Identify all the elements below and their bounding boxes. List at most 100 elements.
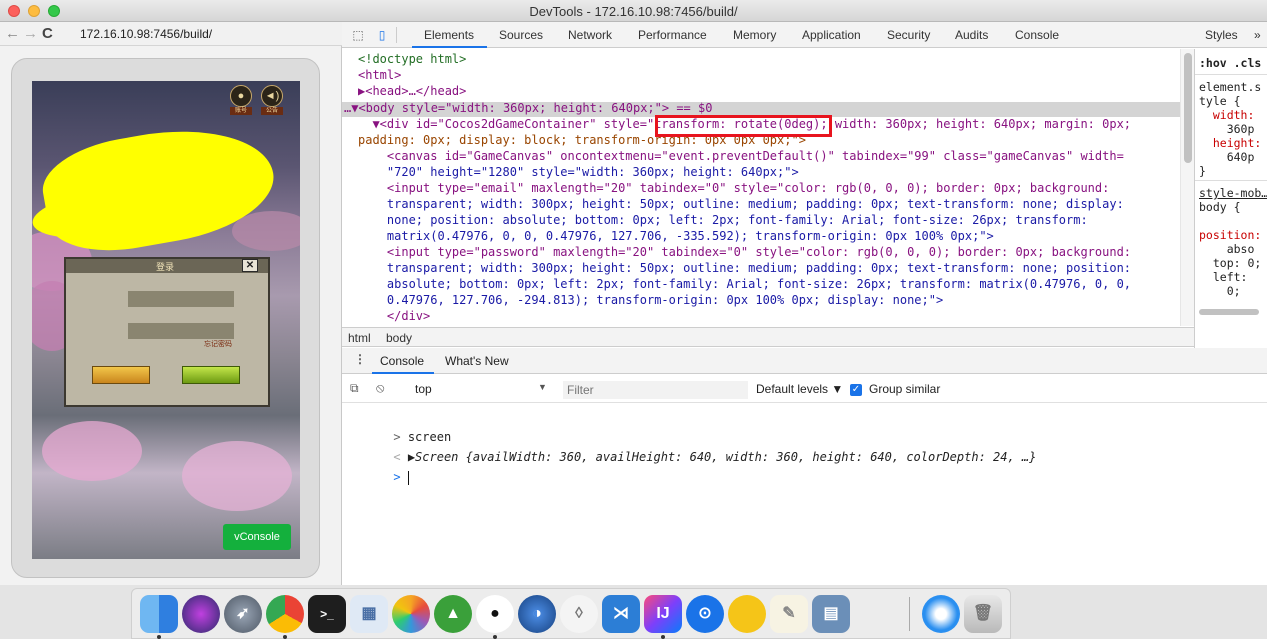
back-arrow-icon[interactable]: ←: [5, 25, 20, 42]
finder-icon[interactable]: [140, 595, 178, 633]
tab-performance[interactable]: Performance: [638, 28, 707, 42]
devtools-tabbar: ⬚ ▯ Elements Sources Network Performance…: [342, 22, 1267, 48]
stylesheet-link[interactable]: style-mob…: [1199, 186, 1267, 200]
dom-node-line[interactable]: 0.47976, 127.706, -294.813); transform-o…: [358, 293, 943, 309]
tab-network[interactable]: Network: [568, 28, 612, 42]
scrollbar-thumb[interactable]: [1184, 53, 1192, 163]
peanut-icon[interactable]: [728, 595, 766, 633]
style-value-line[interactable]: abso: [1199, 242, 1255, 256]
login-button[interactable]: [182, 366, 240, 384]
game-canvas[interactable]: ● 账号 ◄) 公告 登录 ✕ 忘记密码 vConsole: [32, 81, 300, 559]
tab-elements[interactable]: Elements: [424, 28, 474, 42]
console-prompt[interactable]: >: [350, 447, 409, 507]
account-icon-button[interactable]: ● 账号: [230, 85, 252, 115]
dom-node-line[interactable]: none; position: absolute; bottom: 0px; l…: [358, 213, 1088, 229]
qq-icon[interactable]: ●: [476, 595, 514, 633]
style-value-line[interactable]: 0;: [1199, 284, 1241, 298]
url-text[interactable]: 172.16.10.98:7456/build/: [80, 27, 212, 41]
group-similar-label: Group similar: [869, 382, 941, 396]
context-selector[interactable]: top: [415, 382, 432, 396]
style-value-line[interactable]: 640p: [1199, 150, 1255, 164]
styles-tab[interactable]: Styles: [1205, 28, 1238, 42]
running-indicator: [283, 635, 287, 639]
forgot-password-link[interactable]: 忘记密码: [204, 339, 232, 349]
console-result-line[interactable]: < ▶Screen {availWidth: 360, availHeight:…: [350, 427, 1036, 487]
drawer-menu-icon[interactable]: ⋮: [354, 352, 366, 366]
cocos-icon[interactable]: ▲: [434, 595, 472, 633]
group-similar-checkbox[interactable]: ✓: [850, 384, 862, 396]
vscode-icon[interactable]: ⋊: [602, 595, 640, 633]
tab-security[interactable]: Security: [887, 28, 930, 42]
transmit-icon[interactable]: ▤: [812, 595, 850, 633]
account-input[interactable]: [128, 291, 234, 307]
device-toolbar-icon[interactable]: ▯: [374, 27, 390, 43]
clear-console-icon[interactable]: ⦸: [376, 380, 384, 396]
dom-node-line[interactable]: <html>: [358, 68, 401, 84]
hov-cls-toggle[interactable]: :hov .cls: [1199, 56, 1261, 70]
tab-memory[interactable]: Memory: [733, 28, 776, 42]
style-rule-line: tyle {: [1199, 94, 1241, 108]
style-prop-line[interactable]: position:: [1199, 228, 1261, 242]
window-title: DevTools - 172.16.10.98:7456/build/: [529, 4, 738, 19]
breadcrumb-body[interactable]: body: [386, 331, 412, 345]
dom-node-line[interactable]: <input type="email" maxlength="20" tabin…: [358, 181, 1109, 197]
intellij-icon[interactable]: IJ: [644, 595, 682, 633]
notice-icon-button[interactable]: ◄) 公告: [261, 85, 283, 115]
drawer-tab-whats-new[interactable]: What's New: [445, 354, 509, 368]
style-prop-line[interactable]: top: 0;: [1199, 256, 1261, 270]
network-icon[interactable]: [922, 595, 960, 633]
dom-node-line[interactable]: </div>: [358, 309, 430, 325]
siri-icon[interactable]: [182, 595, 220, 633]
more-tabs-icon[interactable]: »: [1254, 28, 1261, 42]
dom-node-line[interactable]: <canvas id="GameCanvas" oncontextmenu="e…: [358, 149, 1124, 165]
dom-node-line[interactable]: transparent; width: 300px; height: 50px;…: [358, 197, 1124, 213]
register-button[interactable]: [92, 366, 150, 384]
filter-input[interactable]: [563, 381, 748, 399]
vconsole-button[interactable]: vConsole: [223, 524, 291, 550]
dom-node-line[interactable]: "720" height="1280" style="width: 360px;…: [358, 165, 799, 181]
tab-audits[interactable]: Audits: [955, 28, 988, 42]
close-icon[interactable]: ✕: [242, 259, 258, 272]
drawer-tab-console[interactable]: Console: [380, 354, 424, 368]
maps-icon[interactable]: ⊙: [686, 595, 724, 633]
style-prop-line[interactable]: width:: [1199, 108, 1255, 122]
tab-console[interactable]: Console: [1015, 28, 1059, 42]
drop-icon[interactable]: ◊: [560, 595, 598, 633]
inspect-element-icon[interactable]: ⬚: [350, 27, 366, 43]
password-input[interactable]: [128, 323, 234, 339]
preview-icon[interactable]: ▦: [350, 595, 388, 633]
style-prop-line[interactable]: left:: [1199, 270, 1248, 284]
style-rule-line: element.s: [1199, 80, 1262, 94]
running-indicator: [493, 635, 497, 639]
login-dialog-header: 登录 ✕: [66, 259, 268, 273]
dom-node-line[interactable]: <input type="password" maxlength="20" ta…: [358, 245, 1131, 261]
breadcrumb-html[interactable]: html: [348, 331, 371, 345]
browser-icon[interactable]: ◑: [518, 595, 556, 633]
textedit-icon[interactable]: ✎: [770, 595, 808, 633]
dom-node-line[interactable]: matrix(0.47976, 0, 0, 0.47976, 127.706, …: [358, 229, 994, 245]
styles-hscrollbar[interactable]: [1199, 309, 1259, 315]
log-levels-dropdown[interactable]: Default levels ▼: [756, 382, 843, 396]
chevron-down-icon[interactable]: ▼: [538, 382, 547, 392]
address-bar: ← → C 172.16.10.98:7456/build/: [0, 22, 342, 46]
sidebar-toggle-icon[interactable]: ⧉: [350, 381, 359, 396]
dom-node-line[interactable]: transparent; width: 300px; height: 50px;…: [358, 261, 1131, 277]
tab-application[interactable]: Application: [802, 28, 861, 42]
terminal-icon[interactable]: >_: [308, 595, 346, 633]
tab-sources[interactable]: Sources: [499, 28, 543, 42]
reload-icon[interactable]: C: [42, 25, 53, 42]
elements-scrollbar[interactable]: [1180, 49, 1194, 326]
dom-node-line[interactable]: <!doctype html>: [358, 52, 466, 68]
forward-arrow-icon[interactable]: →: [23, 25, 38, 42]
trash-icon[interactable]: 🗑: [964, 595, 1002, 633]
style-value-line[interactable]: 360p: [1199, 122, 1255, 136]
elements-tree[interactable]: <!doctype html> <html> ▶<head>…</head> ……: [342, 49, 1180, 326]
dom-node-line[interactable]: ▶<head>…</head>: [358, 84, 466, 100]
console-output[interactable]: > screen < ▶Screen {availWidth: 360, ava…: [342, 405, 1267, 585]
style-prop-line[interactable]: height:: [1199, 136, 1261, 150]
chrome-icon[interactable]: [266, 595, 304, 633]
launchpad-icon[interactable]: ➶: [224, 595, 262, 633]
photos-icon[interactable]: [392, 595, 430, 633]
dom-node-line[interactable]: absolute; bottom: 0px; left: 2px; font-f…: [358, 277, 1131, 293]
style-rule-line: }: [1199, 164, 1206, 178]
